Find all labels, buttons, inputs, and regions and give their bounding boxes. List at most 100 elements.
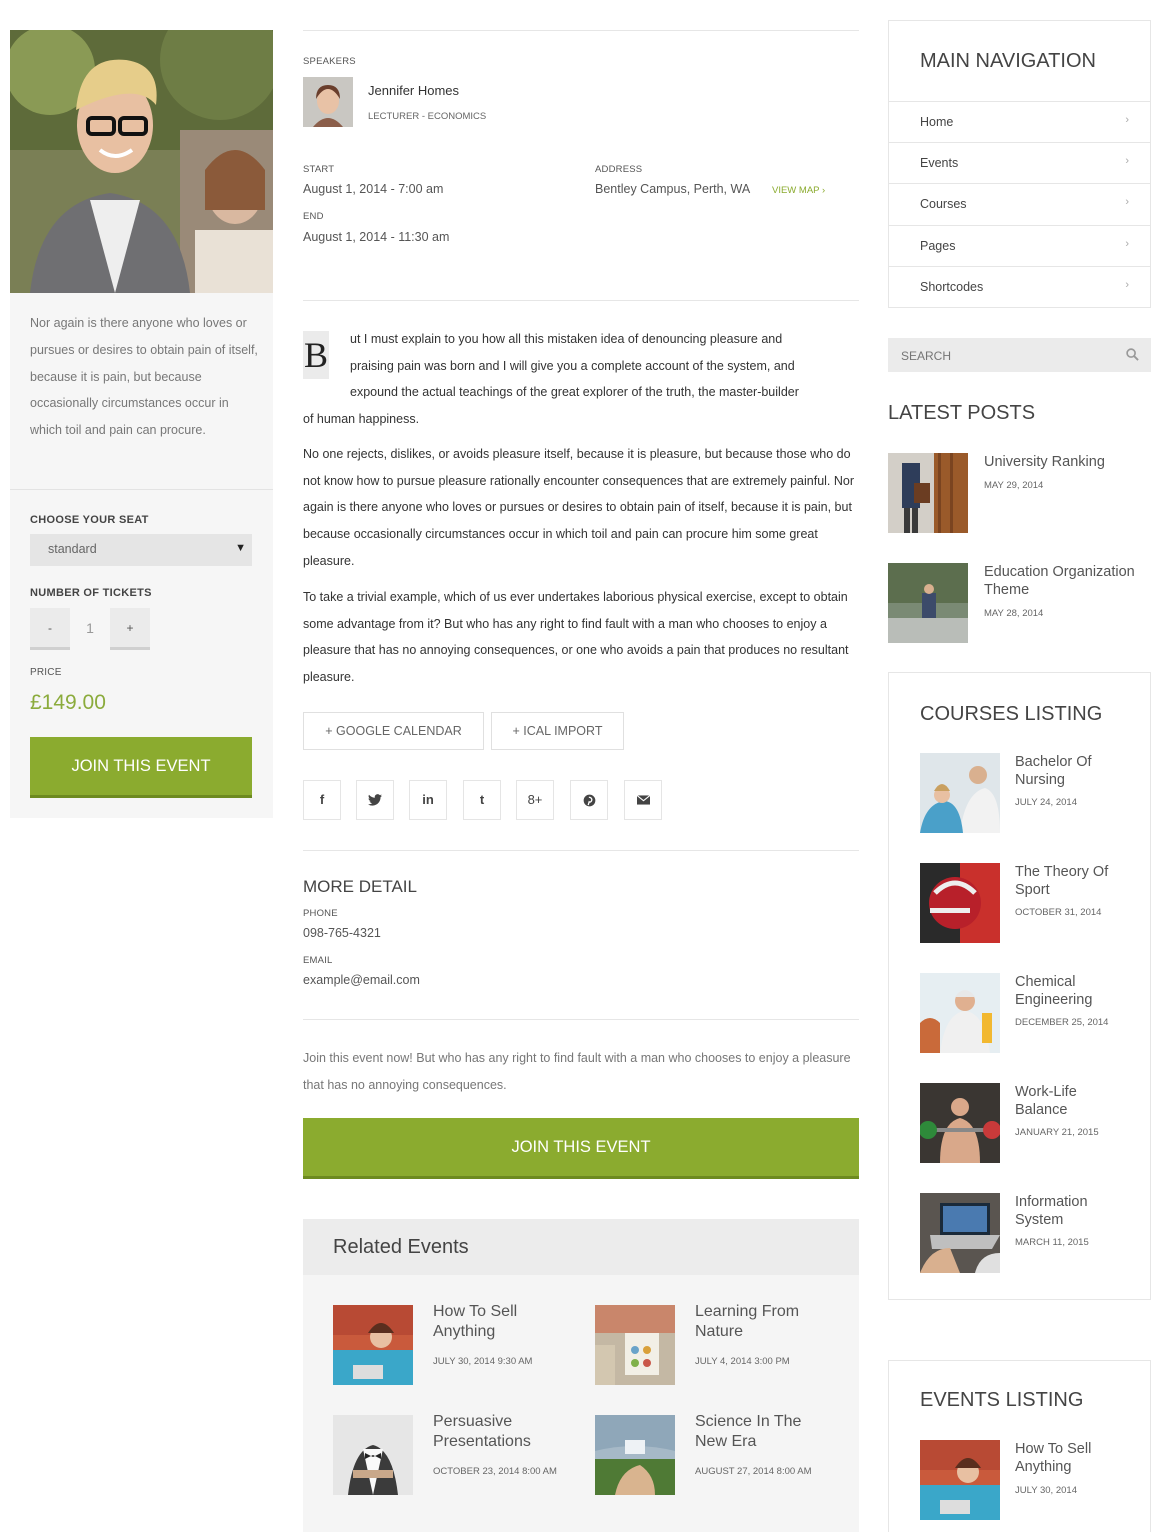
ticket-quantity-input[interactable]: 1 [70,608,110,650]
nav-item-label: Pages [920,239,956,253]
course-date: MARCH 11, 2015 [1015,1237,1089,1248]
course-date: JANUARY 21, 2015 [1015,1127,1099,1138]
decrease-quantity-button[interactable]: - [30,608,70,650]
event-thumbnail[interactable] [920,1440,1000,1520]
course-date: JULY 24, 2014 [1015,797,1077,808]
search-bar [888,338,1151,372]
nav-item-label: Events [920,156,959,170]
speaker-avatar[interactable] [303,77,353,127]
email-label: EMAIL [303,955,333,966]
post-date: MAY 29, 2014 [984,480,1044,491]
intro-line: ut I must explain to you how all this mi… [350,332,783,346]
chevron-right-icon: › [1125,238,1129,250]
seat-select[interactable]: standard ▼ [30,534,252,566]
speaker-role: LECTURER - ECONOMICS [368,111,487,122]
related-event-title[interactable]: Persuasive Presentations [433,1412,553,1452]
chevron-right-icon: › [1125,196,1129,208]
end-label: END [303,211,324,222]
divider [303,850,859,851]
search-icon[interactable] [1126,348,1139,361]
course-title[interactable]: Chemical Engineering [1015,973,1125,1009]
course-title[interactable]: The Theory Of Sport [1015,863,1125,899]
nav-item-courses[interactable]: Courses › [889,183,1151,225]
google-calendar-button[interactable]: + GOOGLE CALENDAR [303,712,484,750]
intro-paragraph-end: of human happiness. [303,412,420,426]
start-datetime: August 1, 2014 - 7:00 am [303,182,444,196]
divider [303,1019,859,1020]
nav-item-events[interactable]: Events › [889,142,1151,184]
related-events: Related Events How To Sell Anything JULY… [303,1219,859,1532]
more-detail-heading: MORE DETAIL [303,877,417,896]
speaker-name[interactable]: Jennifer Homes [368,83,459,98]
facebook-icon[interactable]: f [303,780,341,820]
related-event-title[interactable]: Learning From Nature [695,1302,825,1342]
course-thumbnail[interactable] [920,753,1000,833]
linkedin-icon[interactable]: in [409,780,447,820]
google-plus-icon[interactable]: 8+ [516,780,554,820]
join-event-button-main[interactable]: JOIN THIS EVENT [303,1118,859,1179]
phone-value: 098-765-4321 [303,926,381,940]
phone-label: PHONE [303,908,338,919]
event-date: JULY 30, 2014 [1015,1485,1077,1496]
latest-posts-title: LATEST POSTS [888,402,1036,424]
nav-item-home[interactable]: Home › [889,101,1151,143]
course-thumbnail[interactable] [920,863,1000,943]
nav-item-shortcodes[interactable]: Shortcodes › [889,266,1151,308]
chevron-right-icon: › [1125,279,1129,291]
events-listing-title: EVENTS LISTING [920,1389,1084,1411]
related-event-thumbnail[interactable] [595,1415,675,1495]
related-event-thumbnail[interactable] [333,1305,413,1385]
pinterest-icon[interactable] [570,780,608,820]
nav-item-pages[interactable]: Pages › [889,225,1151,267]
related-events-heading: Related Events [303,1219,859,1275]
post-title[interactable]: Education Organization Theme [984,563,1149,599]
email-share-icon[interactable] [624,780,662,820]
related-event-title[interactable]: How To Sell Anything [433,1302,543,1342]
related-event-title[interactable]: Science In The New Era [695,1412,825,1452]
ticket-card: Nor again is there anyone who loves or p… [10,30,273,818]
course-thumbnail[interactable] [920,1193,1000,1273]
drop-cap: B [303,331,329,379]
event-title[interactable]: How To Sell Anything [1015,1440,1125,1476]
post-thumbnail[interactable] [888,563,968,643]
course-title[interactable]: Bachelor Of Nursing [1015,753,1125,789]
main-navigation-widget: MAIN NAVIGATION Home › Events › Courses › P… [888,20,1151,308]
address-label: ADDRESS [595,164,643,175]
join-event-button-side[interactable]: JOIN THIS EVENT [30,737,252,798]
seat-select-value: standard [48,542,97,556]
chevron-right-icon: › [1125,114,1129,126]
intro-line: praising pain was born and I will give y… [350,358,795,373]
choose-seat-label: CHOOSE YOUR SEAT [30,514,149,526]
price-label: PRICE [30,667,62,678]
ticket-price: £149.00 [30,691,106,714]
main-navigation-title: MAIN NAVIGATION [920,50,1096,72]
body-paragraph-2: No one rejects, dislikes, or avoids plea… [303,447,855,568]
event-hero-image [10,30,273,293]
course-thumbnail[interactable] [920,973,1000,1053]
related-event-thumbnail[interactable] [595,1305,675,1385]
view-map-link[interactable]: VIEW MAP › [772,185,825,196]
increase-quantity-button[interactable]: + [110,608,150,650]
nav-item-label: Home [920,115,954,129]
course-title[interactable]: Information System [1015,1193,1125,1229]
post-thumbnail[interactable] [888,453,968,533]
join-event-text: Join this event now! But who has any rig… [303,1051,851,1092]
post-title[interactable]: University Ranking [984,453,1149,471]
related-event-date: JULY 30, 2014 9:30 AM [433,1356,533,1367]
end-datetime: August 1, 2014 - 11:30 am [303,230,450,244]
course-thumbnail[interactable] [920,1083,1000,1163]
course-title[interactable]: Work-Life Balance [1015,1083,1125,1119]
start-label: START [303,164,335,175]
course-date: DECEMBER 25, 2014 [1015,1017,1109,1028]
twitter-icon[interactable] [356,780,394,820]
related-event-date: OCTOBER 23, 2014 8:00 AM [433,1466,557,1477]
related-event-thumbnail[interactable] [333,1415,413,1495]
tumblr-icon[interactable]: t [463,780,501,820]
related-event-date: AUGUST 27, 2014 8:00 AM [695,1466,812,1477]
tickets-label: NUMBER OF TICKETS [30,587,152,599]
ical-import-button[interactable]: + ICAL IMPORT [491,712,624,750]
nav-item-label: Courses [920,197,967,211]
nav-item-label: Shortcodes [920,280,984,294]
search-input[interactable] [901,349,1101,363]
events-listing-widget: EVENTS LISTING How To Sell Anything JULY… [888,1360,1151,1532]
